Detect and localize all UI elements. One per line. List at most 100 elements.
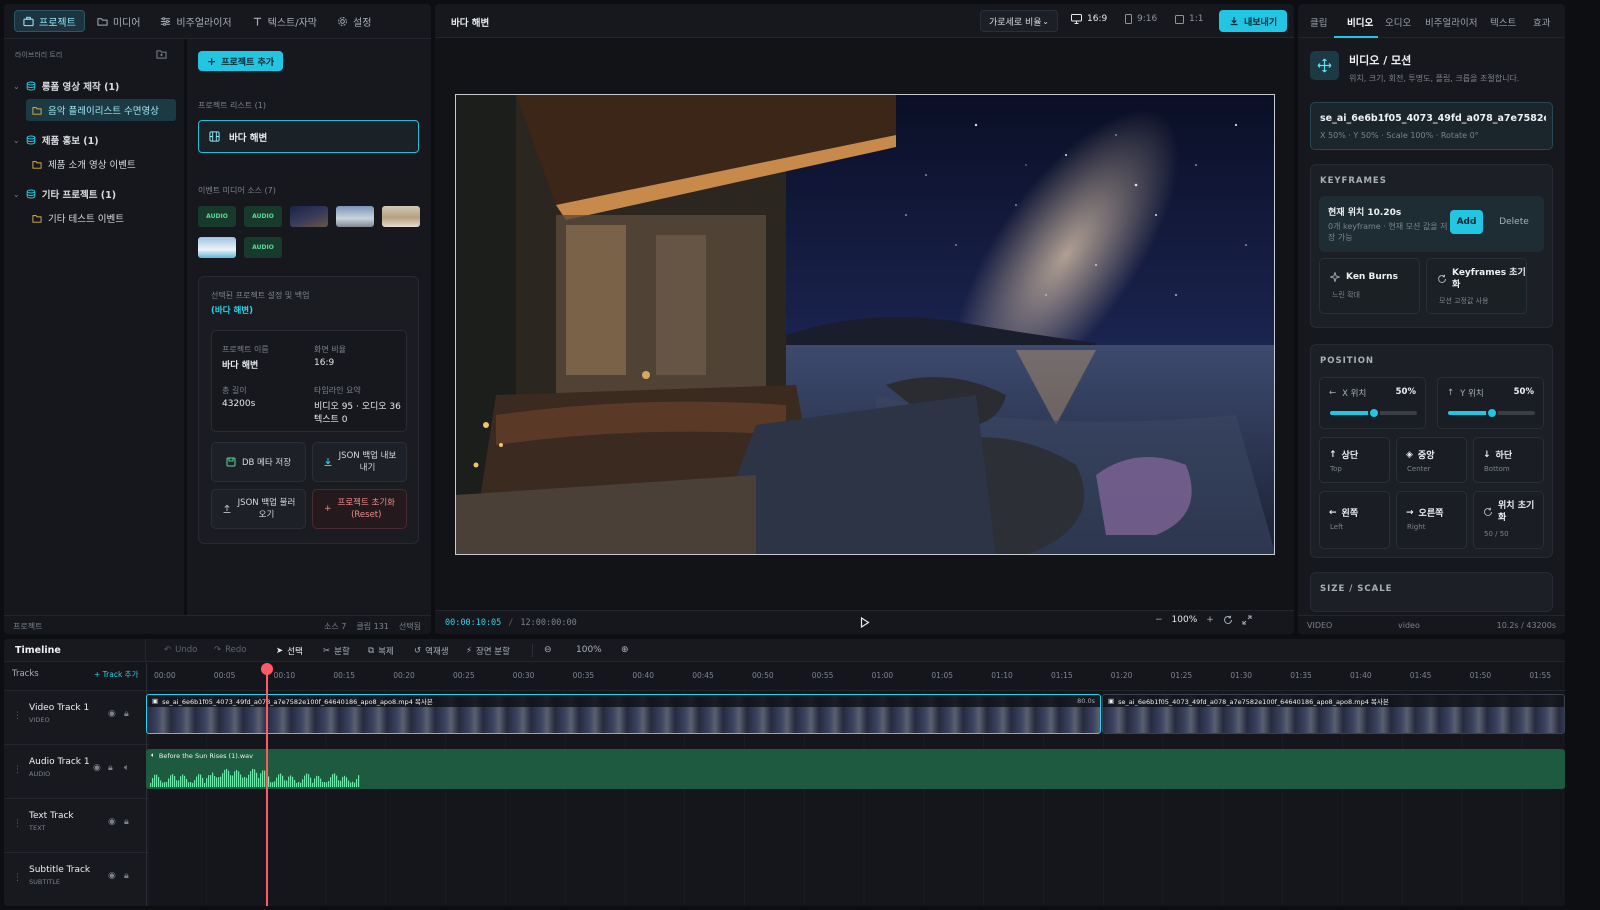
add-project-button[interactable]: + 프로젝트 추가 bbox=[198, 51, 284, 71]
timeline-zoom: 100% bbox=[576, 645, 602, 655]
align-bottom-button[interactable]: ↓ 하단 Bottom bbox=[1473, 437, 1544, 483]
eye-icon[interactable]: ◉ bbox=[108, 871, 116, 881]
zoom-out-icon[interactable]: ⊖ bbox=[544, 645, 552, 655]
lock-icon[interactable]: 🔒︎ bbox=[124, 817, 129, 827]
media-audio-1[interactable]: AUDIO bbox=[198, 206, 236, 227]
y-slider[interactable] bbox=[1448, 407, 1535, 419]
zoom-out-icon[interactable]: − bbox=[1155, 615, 1163, 625]
x-slider-handle[interactable] bbox=[1367, 407, 1380, 419]
nav-tab-media[interactable]: 미디어 bbox=[89, 10, 149, 32]
audio-clip[interactable]: 🔈︎ Before the Sun Rises (1).wav bbox=[146, 749, 1565, 789]
align-right-button[interactable]: → 오른쪽 Right bbox=[1396, 491, 1467, 549]
add-track-button[interactable]: + Track 추가 bbox=[94, 669, 138, 680]
tree-item-product-intro[interactable]: 제품 소개 영상 이벤트 bbox=[32, 153, 136, 175]
waveform-bar bbox=[212, 772, 214, 787]
waveform-bar bbox=[316, 775, 318, 787]
eye-icon[interactable]: ◉ bbox=[108, 709, 116, 719]
drag-handle-icon[interactable]: ⋮ bbox=[13, 873, 22, 883]
playhead[interactable] bbox=[266, 663, 268, 906]
export-button[interactable]: 내보내기 bbox=[1219, 10, 1288, 32]
select-tool-button[interactable]: ➤ 선택 bbox=[276, 645, 303, 657]
tree-group-other[interactable]: ⌄ 기타 프로젝트 (1) bbox=[13, 183, 116, 205]
tab-visualizer[interactable]: 비주얼라이저 bbox=[1425, 15, 1477, 29]
json-import-button[interactable]: JSON 백업 불러 오기 bbox=[211, 489, 306, 529]
ruler-tick-label: 00:00 bbox=[154, 671, 176, 680]
waveform-bar bbox=[348, 780, 350, 787]
lock-icon[interactable]: 🔒︎ bbox=[124, 709, 129, 719]
scene-split-button[interactable]: ⚡ 장면 분할 bbox=[466, 645, 510, 657]
x-slider[interactable] bbox=[1330, 407, 1417, 419]
fullscreen-icon[interactable] bbox=[1242, 615, 1252, 625]
tree-group-longform[interactable]: ⌄ 롱폼 영상 제작 (1) bbox=[13, 75, 119, 97]
db-save-button[interactable]: DB 메타 저장 bbox=[211, 442, 306, 482]
media-image-sea[interactable] bbox=[198, 237, 236, 258]
tab-effects[interactable]: 효과 bbox=[1533, 15, 1550, 29]
ken-burns-button[interactable]: Ken Burns 느린 확대 bbox=[1319, 258, 1420, 314]
keyframes-reset-button[interactable]: Keyframes 초기 화 모션 고정값 사용 bbox=[1426, 258, 1527, 314]
waveform-bar bbox=[280, 773, 282, 787]
align-top-button[interactable]: ↑ 상단 Top bbox=[1319, 437, 1390, 483]
split-button[interactable]: ✂ 분할 bbox=[323, 645, 350, 657]
ratio-16-9[interactable]: 16:9 bbox=[1071, 14, 1107, 24]
media-image-night[interactable] bbox=[290, 206, 328, 227]
project-item[interactable]: 바다 해변 bbox=[198, 120, 419, 153]
nav-tab-visualizer[interactable]: 비주얼라이저 bbox=[152, 10, 239, 32]
copy-button[interactable]: ⧉ 복제 bbox=[368, 645, 394, 657]
tab-video[interactable]: 비디오 bbox=[1347, 15, 1373, 29]
tree-group-product[interactable]: ⌄ 제품 홍보 (1) bbox=[13, 129, 99, 151]
speaker-icon[interactable]: 🔈︎ bbox=[124, 763, 129, 773]
zoom-in-icon[interactable]: + bbox=[1206, 615, 1214, 625]
zoom-in-icon[interactable]: ⊕ bbox=[621, 645, 629, 655]
playhead-handle[interactable] bbox=[261, 663, 273, 675]
json-export-button[interactable]: JSON 백업 내보 내기 bbox=[312, 442, 407, 482]
reset-icon[interactable] bbox=[1223, 615, 1233, 625]
nav-tab-text[interactable]: 텍스트/자막 bbox=[244, 10, 325, 32]
x-position-control: ← X 위치 50% bbox=[1319, 377, 1426, 429]
tab-audio[interactable]: 오디오 bbox=[1385, 15, 1411, 29]
reset-position-button[interactable]: 위치 초기 화 50 / 50 bbox=[1473, 491, 1544, 549]
project-settings-card: 선택된 프로젝트 설정 및 백업 (바다 해변) 프로젝트 이름 바다 해변 화… bbox=[198, 276, 419, 544]
waveform-bar bbox=[328, 781, 330, 787]
video-clip-2[interactable]: ▣ se_ai_6e6b1f05_4073_49fd_a078_a7e7582e… bbox=[1102, 694, 1565, 734]
tab-clip[interactable]: 클립 bbox=[1310, 15, 1327, 29]
media-audio-3[interactable]: AUDIO bbox=[244, 237, 282, 258]
align-left-button[interactable]: ← 왼쪽 Left bbox=[1319, 491, 1390, 549]
drag-handle-icon[interactable]: ⋮ bbox=[13, 819, 22, 829]
ratio-9-16[interactable]: 9:16 bbox=[1125, 14, 1157, 24]
ruler-ticks[interactable]: 00:00 00:05 00:10 00:15 00:20 00:25 00:30 00:35… bbox=[150, 671, 1560, 685]
ratio-select[interactable]: 가로세로 비율 ⌄ bbox=[980, 10, 1058, 32]
tree-item-other-test[interactable]: 기타 테스트 이벤트 bbox=[32, 207, 124, 229]
selected-clip-meta: X 50% · Y 50% · Scale 100% · Rotate 0° bbox=[1320, 131, 1479, 140]
keyframe-add-button[interactable]: Add bbox=[1450, 210, 1483, 234]
lock-icon[interactable]: 🔒︎ bbox=[108, 763, 113, 773]
new-folder-icon[interactable] bbox=[156, 49, 167, 59]
y-slider-handle[interactable] bbox=[1485, 407, 1498, 419]
redo-button[interactable]: ↷ Redo bbox=[214, 645, 246, 655]
play-icon[interactable] bbox=[860, 617, 870, 628]
undo-button[interactable]: ↶ Undo bbox=[164, 645, 197, 655]
drag-handle-icon[interactable]: ⋮ bbox=[13, 711, 22, 721]
nav-tab-project[interactable]: 프로젝트 bbox=[14, 10, 85, 32]
keyframe-delete-button[interactable]: Delete bbox=[1491, 210, 1537, 234]
track-header-audio: ⋮ Audio Track 1 AUDIO ◉ 🔒︎ 🔈︎ bbox=[4, 745, 149, 799]
nav-tab-settings[interactable]: 설정 bbox=[329, 10, 379, 32]
reset-project-button[interactable]: + 프로젝트 초기화 (Reset) bbox=[312, 489, 407, 529]
media-image-beach[interactable] bbox=[382, 206, 420, 227]
tab-text[interactable]: 텍스트 bbox=[1490, 15, 1516, 29]
media-audio-2[interactable]: AUDIO bbox=[244, 206, 282, 227]
folder-icon bbox=[97, 17, 108, 26]
video-preview[interactable] bbox=[455, 94, 1275, 555]
media-image-house[interactable] bbox=[336, 206, 374, 227]
waveform-bar bbox=[268, 776, 270, 787]
reverse-button[interactable]: ↺ 역재생 bbox=[414, 645, 449, 657]
eye-icon[interactable]: ◉ bbox=[93, 763, 101, 773]
timeline-title: Timeline bbox=[15, 645, 61, 656]
eye-icon[interactable]: ◉ bbox=[108, 817, 116, 827]
align-center-button[interactable]: ◈ 중앙 Center bbox=[1396, 437, 1467, 483]
tree-item-sleep-playlist[interactable]: 음악 플레이리스트 수면영상 bbox=[26, 99, 176, 121]
lock-icon[interactable]: 🔒︎ bbox=[124, 871, 129, 881]
ratio-1-1[interactable]: 1:1 bbox=[1175, 14, 1203, 24]
drag-handle-icon[interactable]: ⋮ bbox=[13, 765, 22, 775]
video-clip-1[interactable]: ▣ se_ai_6e6b1f05_4073_49fd_a078_a7e7582e… bbox=[146, 694, 1101, 734]
preview-header: 바다 해변 가로세로 비율 ⌄ 16:9 9:16 1:1 내보내기 bbox=[435, 4, 1294, 38]
